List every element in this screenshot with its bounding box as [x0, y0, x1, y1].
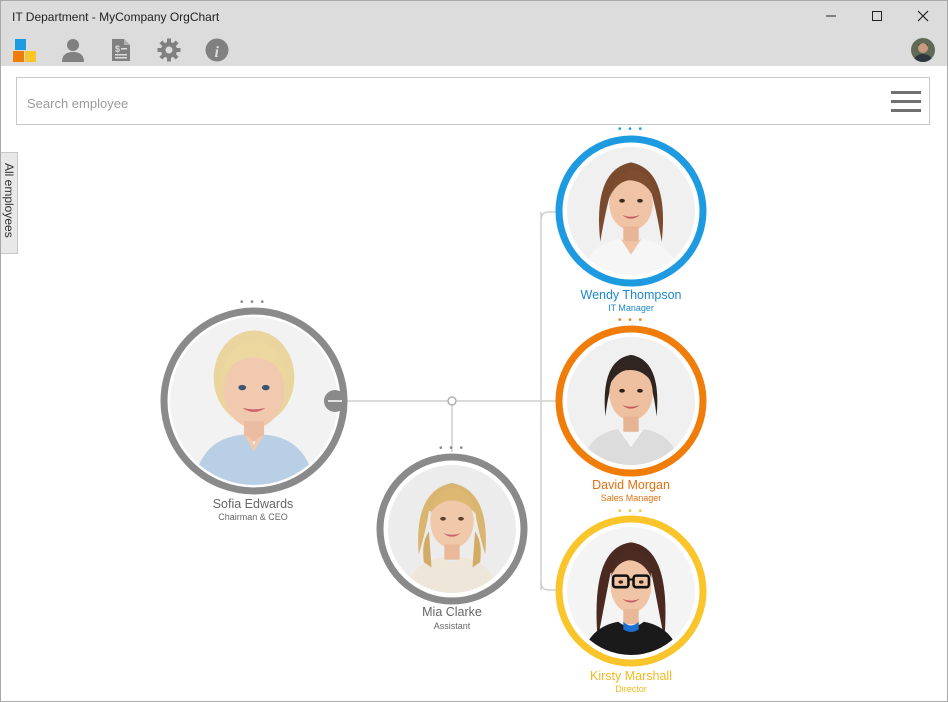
employee-name: Sofia Edwards [212, 497, 294, 511]
menu-icon-bar [891, 91, 921, 94]
more-dots[interactable]: • • • [618, 125, 644, 135]
employee-name: Mia Clarke [422, 605, 482, 619]
app-logo-button[interactable] [12, 37, 38, 63]
svg-text:$: $ [115, 44, 120, 54]
employee-title: Chairman & CEO [218, 512, 288, 522]
app-logo-icon [13, 39, 36, 62]
employee-title: Director [615, 684, 647, 694]
about-button[interactable]: i [204, 37, 230, 63]
svg-text:i: i [215, 44, 220, 61]
gear-icon [157, 38, 181, 62]
minimize-button[interactable] [808, 0, 854, 32]
employee-title: Sales Manager [600, 493, 662, 503]
title-bar: IT Department - MyCompany OrgChart [0, 0, 948, 34]
reports-button[interactable]: $ [108, 37, 134, 63]
connector-line [540, 211, 556, 221]
more-dots[interactable]: • • • [439, 444, 465, 454]
user-avatar[interactable] [911, 38, 935, 62]
employee-avatar[interactable] [555, 515, 707, 667]
maximize-button[interactable] [854, 0, 900, 32]
connector-junction [447, 396, 457, 406]
search-box [16, 77, 930, 125]
maximize-icon [872, 11, 882, 21]
employee-avatar[interactable] [555, 325, 707, 477]
info-icon: i [205, 38, 229, 62]
menu-button[interactable] [891, 91, 923, 113]
window-title: IT Department - MyCompany OrgChart [12, 10, 220, 24]
close-button[interactable] [900, 0, 946, 32]
employee-name: Kirsty Marshall [590, 669, 672, 683]
collapse-toggle[interactable] [323, 389, 347, 413]
employee-title: IT Manager [608, 303, 654, 313]
employees-button[interactable] [60, 37, 86, 63]
connector-line [540, 581, 556, 591]
settings-button[interactable] [156, 37, 182, 63]
document-dollar-icon: $ [112, 39, 130, 61]
menu-icon-bar [891, 109, 921, 112]
employee-avatar[interactable] [376, 453, 528, 605]
all-employees-tab[interactable]: All employees [0, 152, 18, 254]
more-dots[interactable]: • • • [240, 298, 266, 308]
close-icon [917, 10, 929, 22]
person-icon [62, 39, 84, 62]
employee-avatar[interactable] [160, 307, 348, 495]
search-input[interactable] [25, 90, 829, 116]
employee-name: Wendy Thompson [580, 288, 682, 302]
employee-title: Assistant [433, 621, 471, 631]
all-employees-label: All employees [2, 163, 16, 238]
more-dots[interactable]: • • • [618, 316, 644, 326]
employee-avatar[interactable] [555, 135, 707, 287]
toolbar: $ i [0, 34, 948, 66]
minimize-icon [826, 15, 836, 17]
employee-name: David Morgan [592, 478, 670, 492]
menu-icon-bar [891, 100, 921, 103]
